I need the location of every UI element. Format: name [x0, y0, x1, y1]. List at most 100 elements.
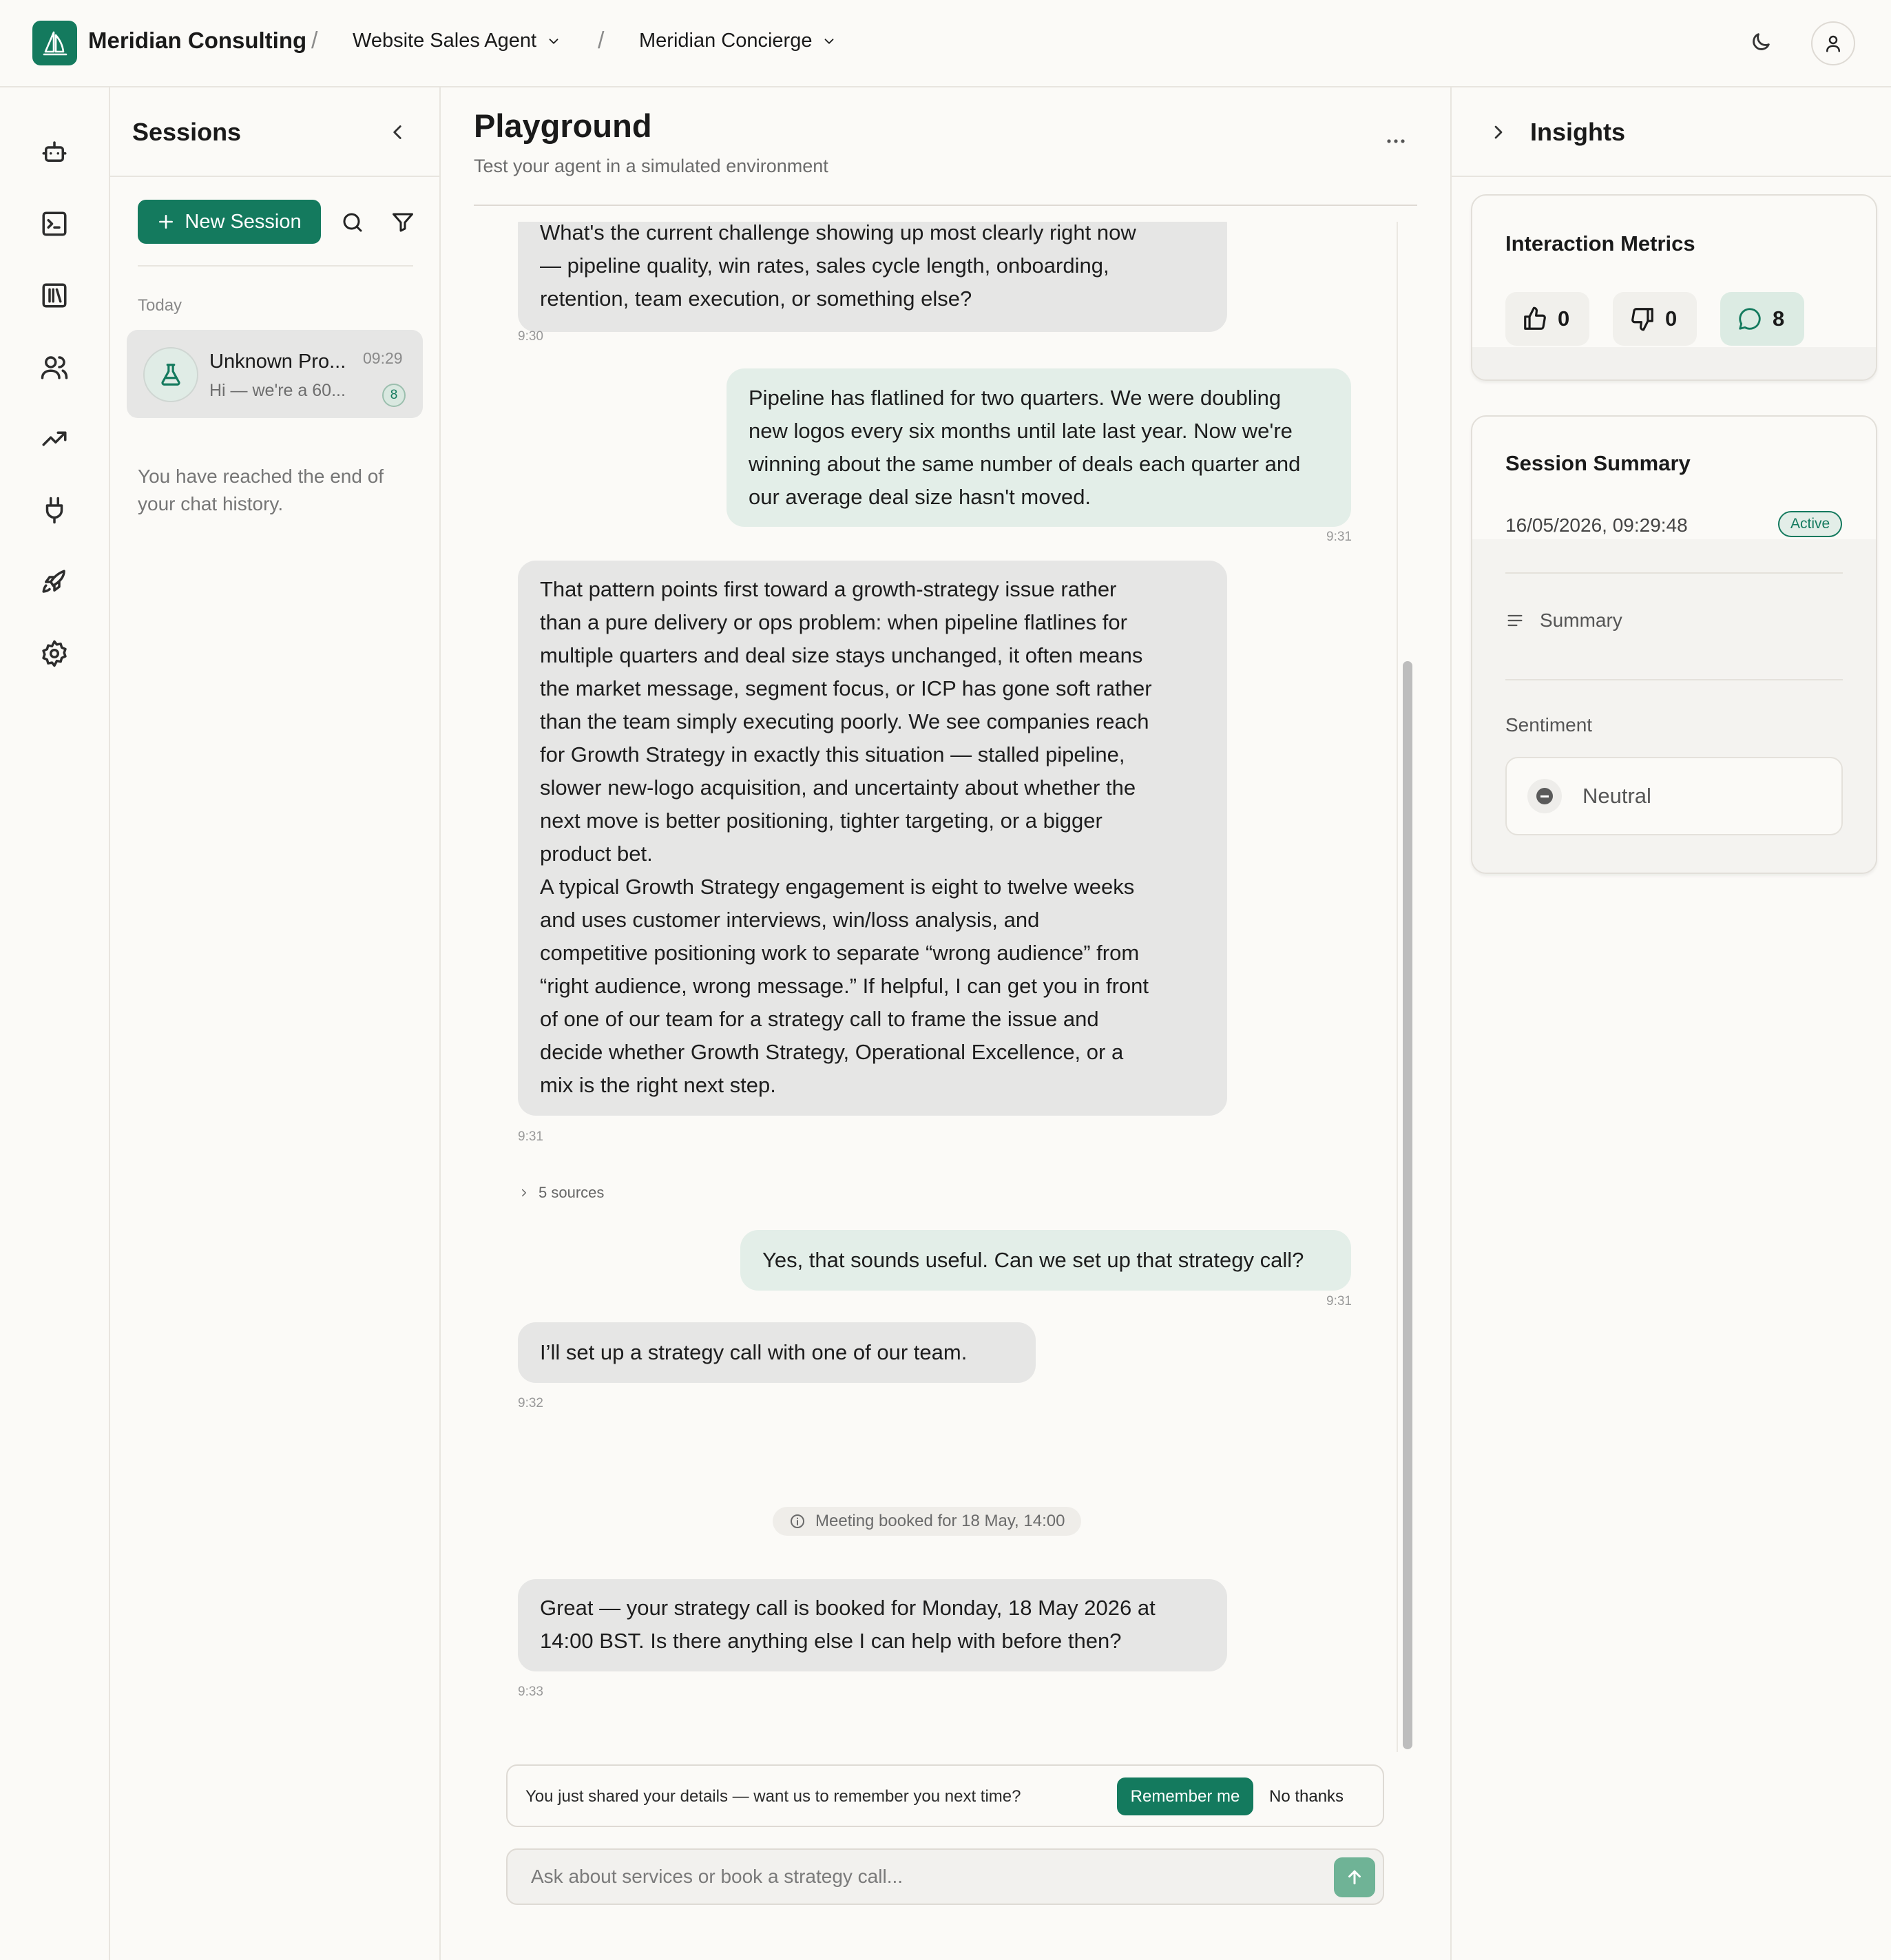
sources-toggle[interactable]: 5 sources: [518, 1184, 604, 1202]
chevron-down-icon: [549, 38, 558, 44]
chevron-left-icon[interactable]: [386, 121, 409, 144]
agent-message: I’ll set up a strategy call with one of …: [518, 1322, 1036, 1383]
remember-prompt-text: You just shared your details — want us t…: [525, 1787, 1021, 1806]
chevron-down-icon: [825, 38, 834, 44]
session-name: Unknown Pro...: [209, 351, 346, 373]
settings-icon[interactable]: [40, 639, 69, 668]
message-time: 9:31: [518, 1129, 543, 1144]
user-icon: [1826, 35, 1840, 52]
message-line: new logos every six months until late la…: [749, 419, 1293, 443]
agent-message: What's the current challenge showing up …: [518, 222, 1227, 332]
message-input[interactable]: [509, 1851, 1328, 1902]
session-time: 09:29: [363, 349, 403, 367]
analytics-icon[interactable]: [40, 424, 69, 453]
sessions-title: Sessions: [132, 118, 242, 146]
message-line: the market message, segment focus, or IC…: [540, 676, 1152, 700]
message-line: Pipeline has flatlined for two quarters.…: [749, 386, 1282, 410]
search-icon[interactable]: [340, 210, 365, 235]
card-title: Interaction Metrics: [1505, 231, 1695, 256]
insights-title: Insights: [1530, 118, 1626, 146]
thumbs-down-icon: [1631, 308, 1653, 331]
chevron-right-icon: [522, 1189, 526, 1197]
breadcrumb-separator: /: [598, 28, 605, 54]
arrow-up-icon: [1348, 1870, 1361, 1885]
message-composer: [506, 1848, 1384, 1905]
message-line: than the team simply executing poorly. W…: [540, 709, 1149, 733]
divider: [474, 205, 1417, 206]
deploy-icon[interactable]: [40, 567, 69, 596]
message-bubble-icon: [1739, 308, 1761, 330]
org-name[interactable]: Meridian Consulting: [88, 28, 306, 54]
card-footer: [1472, 347, 1876, 379]
message-line: Yes, that sounds useful. Can we set up t…: [762, 1248, 1304, 1272]
message-count-badge: 8: [382, 384, 406, 407]
message-line: and uses customer interviews, win/loss a…: [540, 908, 1040, 932]
likes-count: 0: [1505, 292, 1589, 346]
message-line: slower new-logo acquisition, and uncerta…: [540, 775, 1136, 800]
likes-value: 0: [1558, 306, 1570, 331]
info-icon: [791, 1514, 804, 1528]
divider: [1452, 176, 1891, 177]
remember-me-prompt: You just shared your details — want us t…: [506, 1764, 1384, 1827]
library-icon[interactable]: [40, 281, 69, 310]
persona-selector[interactable]: Meridian Concierge: [639, 30, 837, 52]
message-line: — pipeline quality, win rates, sales cyc…: [540, 253, 1109, 278]
message-line: Great — your strategy call is booked for…: [540, 1596, 1156, 1620]
message-time: 9:33: [518, 1685, 543, 1699]
message-line: That pattern points first toward a growt…: [540, 577, 1117, 601]
remember-me-button[interactable]: Remember me: [1117, 1777, 1253, 1815]
message-line: I’ll set up a strategy call with one of …: [540, 1340, 968, 1364]
no-thanks-button[interactable]: No thanks: [1269, 1787, 1344, 1806]
filter-icon[interactable]: [390, 210, 415, 235]
user-message: Yes, that sounds useful. Can we set up t…: [740, 1230, 1351, 1291]
message-line: next move is better positioning, tighter…: [540, 809, 1103, 833]
chat-scrollbar[interactable]: [1403, 661, 1412, 1749]
message-line: multiple quarters and deal size stays un…: [540, 643, 1143, 667]
message-line: mix is the right next step.: [540, 1073, 776, 1097]
messages-value: 8: [1773, 306, 1785, 331]
session-list-item[interactable]: Unknown Pro... 09:29 Hi — we're a 60... …: [127, 330, 423, 418]
divider: [1505, 572, 1843, 574]
more-options-icon[interactable]: [1382, 131, 1410, 152]
agent-message: That pattern points first toward a growt…: [518, 561, 1227, 1116]
dislikes-value: 0: [1665, 306, 1678, 331]
send-button[interactable]: [1334, 1857, 1375, 1897]
message-line: retention, team execution, or something …: [540, 286, 972, 311]
message-line: A typical Growth Strategy engagement is …: [540, 875, 1135, 899]
agent-selector[interactable]: Website Sales Agent: [353, 30, 561, 52]
agents-icon[interactable]: [40, 138, 69, 167]
new-session-button[interactable]: New Session: [138, 200, 321, 244]
session-summary-card: Session Summary 16/05/2026, 09:29:48 Act…: [1471, 415, 1877, 874]
divider: [1505, 679, 1843, 680]
terminal-icon[interactable]: [40, 209, 69, 238]
integrations-icon[interactable]: [40, 496, 69, 525]
message-time: 9:31: [1326, 1294, 1352, 1309]
message-line: for Growth Strategy in exactly this situ…: [540, 742, 1125, 767]
sail-logo-icon[interactable]: [32, 21, 77, 65]
message-time: 9:32: [518, 1396, 543, 1410]
chevron-right-icon[interactable]: [1487, 121, 1509, 143]
message-line: than a pure delivery or ops problem: whe…: [540, 610, 1127, 634]
persona-selector-label: Meridian Concierge: [639, 30, 813, 52]
user-avatar-button[interactable]: [1811, 21, 1855, 65]
plus-icon: [159, 215, 174, 229]
thumbs-up-icon: [1524, 306, 1546, 330]
card-title: Session Summary: [1505, 451, 1691, 475]
event-label: Meeting booked for 18 May, 14:00: [815, 1512, 1065, 1530]
dark-mode-toggle-icon[interactable]: [1749, 30, 1775, 56]
users-icon[interactable]: [40, 353, 69, 382]
summary-section[interactable]: Summary: [1505, 609, 1622, 632]
flask-icon: [143, 347, 198, 402]
sessions-panel: Sessions New Session Today Unknown Pro..…: [110, 87, 441, 1960]
end-of-history-text: You have reached the end of your chat hi…: [138, 466, 384, 514]
nav-rail: [0, 87, 110, 1960]
message-line: of one of our team for a strategy call t…: [540, 1007, 1099, 1031]
sentiment-indicator: Neutral: [1505, 757, 1843, 835]
user-message: Pipeline has flatlined for two quarters.…: [727, 368, 1351, 527]
interaction-metrics-card: Interaction Metrics 0 0 8: [1471, 194, 1877, 381]
chat-transcript[interactable]: What's the current challenge showing up …: [474, 222, 1397, 1752]
sentiment-label: Sentiment: [1505, 714, 1593, 736]
session-group-label: Today: [138, 296, 182, 315]
sources-label: 5 sources: [539, 1184, 605, 1201]
top-bar: Meridian Consulting / Website Sales Agen…: [0, 0, 1891, 87]
